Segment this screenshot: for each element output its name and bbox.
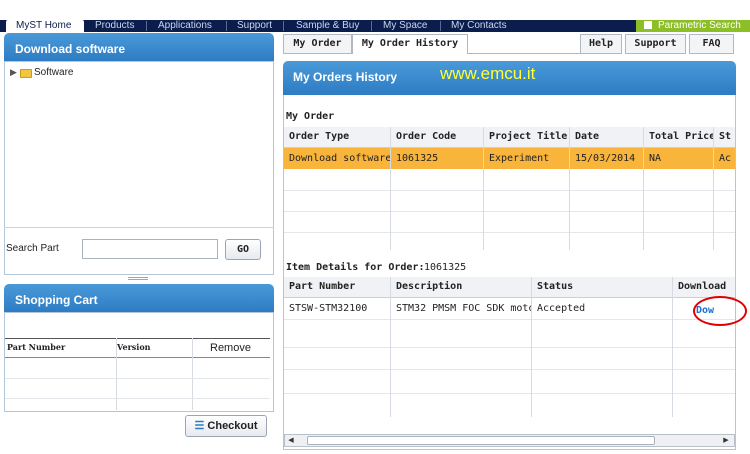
orders-col-total-price: Total Price [644, 127, 713, 147]
my-order-section-label: My Order [286, 111, 335, 122]
orders-col-order-code: Order Code [391, 127, 483, 147]
cart-panel-header: Shopping Cart [4, 284, 274, 312]
tree-expand-icon[interactable]: ▶ [10, 68, 17, 78]
items-col-status: Status [532, 277, 672, 297]
divider [468, 53, 580, 54]
cart-col-part-number: Part Number [7, 342, 66, 352]
parametric-search-label: Parametric Search [658, 20, 741, 31]
items-col-description: Description [391, 277, 531, 297]
scrollbar-thumb[interactable] [307, 436, 655, 445]
nav-divider [440, 21, 441, 31]
cart-icon: ☰ [194, 420, 205, 432]
tree-item-software[interactable]: Software [34, 67, 73, 78]
highlight-circle [693, 296, 747, 326]
scroll-right-icon[interactable]: ▶ [721, 435, 731, 446]
cart-col-remove: Remove [210, 342, 251, 354]
orders-cell-total-price: NA [649, 153, 662, 164]
cart-col-version: Version [117, 342, 151, 352]
orders-col-order-type: Order Type [284, 127, 390, 147]
divider [531, 277, 532, 417]
search-icon [644, 21, 652, 29]
scroll-left-icon[interactable]: ◀ [286, 435, 296, 446]
item-details-label: Item Details for Order: [286, 262, 425, 273]
divider [284, 319, 735, 320]
items-col-part-number: Part Number [284, 277, 390, 297]
cart-panel [4, 312, 274, 412]
checkout-label: Checkout [207, 420, 258, 432]
divider [672, 277, 673, 417]
nav-support[interactable]: Support [237, 20, 272, 32]
nav-myst-home[interactable]: MyST Home [6, 20, 84, 32]
orders-cell-order-code: 1061325 [396, 153, 439, 164]
search-part-input[interactable] [82, 239, 218, 259]
go-button[interactable]: GO [225, 239, 261, 260]
support-button[interactable]: Support [625, 34, 686, 54]
splitter-handle[interactable] [128, 277, 148, 280]
nav-my-space[interactable]: My Space [383, 20, 427, 32]
nav-divider [226, 21, 227, 31]
tab-my-order-history[interactable]: My Order History [352, 34, 468, 54]
search-part-label: Search Part [6, 243, 59, 254]
divider [284, 211, 735, 212]
items-cell-description: STM32 PMSM FOC SDK moto [396, 303, 531, 314]
divider [284, 232, 735, 233]
divider [390, 127, 391, 250]
divider [192, 338, 193, 410]
tab-my-order[interactable]: My Order [283, 34, 352, 54]
divider [643, 127, 644, 250]
items-cell-part-number: STSW-STM32100 [289, 303, 368, 314]
watermark: www.emcu.it [440, 64, 536, 83]
download-panel-header: Download software [4, 33, 274, 61]
divider [713, 127, 714, 250]
divider [569, 127, 570, 250]
divider [284, 347, 735, 348]
checkout-button[interactable]: ☰ Checkout [185, 415, 267, 437]
orders-table: Order Type Order Code Project Title Date… [284, 127, 735, 250]
orders-col-project-title: Project Title [484, 127, 569, 147]
orders-cell-status: Ac [719, 153, 732, 164]
faq-button[interactable]: FAQ [689, 34, 734, 54]
nav-divider [146, 21, 147, 31]
nav-sample-buy[interactable]: Sample & Buy [296, 20, 359, 32]
divider [284, 190, 735, 191]
divider [284, 297, 735, 298]
divider [284, 147, 735, 148]
orders-col-status: St [714, 127, 735, 147]
divider [5, 378, 270, 379]
help-button[interactable]: Help [580, 34, 622, 54]
divider [284, 369, 735, 370]
divider [5, 398, 270, 399]
divider [284, 393, 735, 394]
folder-icon [20, 69, 32, 78]
divider [483, 127, 484, 250]
nav-divider [371, 21, 372, 31]
orders-history-title: My Orders History [293, 70, 398, 84]
divider [116, 338, 117, 410]
nav-applications[interactable]: Applications [158, 20, 212, 32]
parametric-search-button[interactable]: Parametric Search [636, 20, 750, 32]
cart-panel-title: Shopping Cart [15, 293, 98, 307]
orders-cell-date: 15/03/2014 [575, 153, 636, 164]
item-details-order-code: 1061325 [424, 262, 467, 273]
divider [390, 277, 391, 417]
items-col-download: Download [673, 277, 735, 297]
divider [4, 227, 274, 228]
orders-cell-order-type: Download software [289, 153, 390, 164]
nav-my-contacts[interactable]: My Contacts [451, 20, 507, 32]
orders-col-date: Date [570, 127, 643, 147]
items-table: Part Number Description Status Download … [284, 277, 735, 430]
items-cell-status: Accepted [537, 303, 586, 314]
download-panel-title: Download software [15, 42, 126, 56]
orders-cell-project-title: Experiment [489, 153, 550, 164]
nav-divider [283, 21, 284, 31]
nav-products[interactable]: Products [95, 20, 134, 32]
